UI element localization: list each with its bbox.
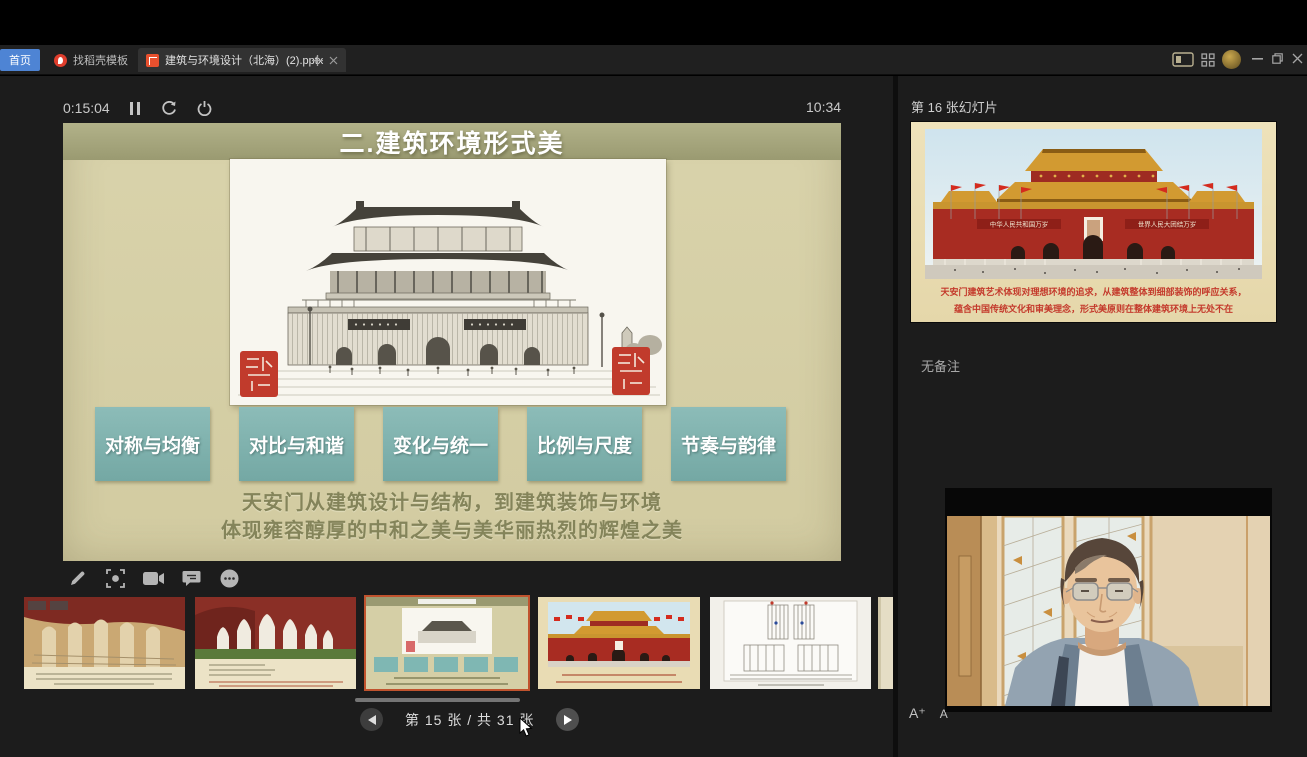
pause-timer-icon[interactable] — [128, 97, 142, 119]
principle-button-contrast[interactable]: 对比与和谐 — [239, 407, 354, 481]
presenter-webcam-video — [945, 488, 1272, 712]
current-clock: 10:34 — [806, 99, 841, 115]
tiananmen-engraving-image — [230, 159, 666, 405]
principle-button-proportion[interactable]: 比例与尺度 — [527, 407, 642, 481]
wps-presentation-icon — [146, 54, 159, 67]
presenter-timer-row: 0:15:04 — [63, 98, 214, 118]
next-slide-label: 第 16 张幻灯片 — [911, 97, 998, 116]
tab-document-label: 建筑与环境设计（北海）(2).pptx — [165, 52, 323, 68]
power-end-show-icon[interactable] — [196, 97, 214, 119]
preview-caption-line1: 天安门建筑艺术体现对理想环境的追求，从建筑整体到细部装饰的呼应关系， — [911, 285, 1276, 298]
thumbnail-slide-17[interactable] — [710, 597, 871, 689]
thumbnail-slide-15-current[interactable] — [366, 597, 528, 689]
minimize-icon[interactable] — [1252, 58, 1263, 60]
laser-pointer-icon[interactable] — [104, 567, 126, 589]
tab-close-icon[interactable] — [329, 56, 338, 65]
more-options-icon[interactable] — [218, 567, 240, 589]
red-seal-left — [240, 351, 278, 397]
mouse-cursor — [519, 718, 533, 738]
principle-button-variation[interactable]: 变化与统一 — [383, 407, 498, 481]
thumbnail-scrollbar[interactable] — [355, 698, 520, 702]
thumbnail-slide-18-partial[interactable] — [878, 597, 893, 689]
tab-docer-label: 找稻壳模板 — [73, 52, 128, 68]
tab-docer[interactable]: 找稻壳模板 — [46, 48, 136, 72]
camera-icon[interactable] — [142, 567, 164, 589]
notes-font-controls: A⁺ A — [909, 705, 948, 722]
thumbnail-slide-16[interactable] — [538, 597, 700, 689]
tab-bar: 首页 找稻壳模板 建筑与环境设计（北海）(2).pptx — [0, 45, 1307, 75]
annotation-toolbar — [66, 567, 240, 589]
next-slide-button[interactable] — [556, 708, 579, 731]
plaque-left-text: 中华人民共和国万岁 — [990, 220, 1049, 229]
window-close-icon[interactable] — [1292, 53, 1303, 64]
previous-arrow-icon — [368, 715, 376, 725]
next-slide-preview: 中华人民共和国万岁 世界人民大团结万岁 天安门建筑艺术体现对理想环境的追求，从建… — [911, 122, 1276, 322]
preview-caption-line2: 蕴含中国传统文化和审美理念，形式美原则在整体建筑环境上无处不在 — [911, 302, 1276, 315]
font-increase-button[interactable]: A⁺ — [909, 705, 926, 722]
grid-menu-icon[interactable] — [1201, 53, 1215, 67]
tabs-layout-icon[interactable] — [1172, 52, 1194, 67]
thumbnail-slide-13[interactable] — [24, 597, 185, 689]
previous-slide-button[interactable] — [360, 708, 383, 731]
docer-logo-icon — [54, 54, 67, 67]
next-arrow-icon — [564, 715, 572, 725]
principle-button-symmetry[interactable]: 对称与均衡 — [95, 407, 210, 481]
slide-caption-line1: 天安门从建筑设计与结构，到建筑装饰与环境 — [63, 486, 841, 515]
thumbnail-slide-14[interactable] — [195, 597, 356, 689]
reset-timer-icon[interactable] — [160, 97, 178, 119]
notes-empty-text: 无备注 — [921, 356, 960, 375]
tab-home[interactable]: 首页 — [0, 49, 40, 71]
app-window: 首页 找稻壳模板 建筑与环境设计（北海）(2).pptx 0:15:04 10:… — [0, 0, 1307, 757]
plaque-right-text: 世界人民大团结万岁 — [1138, 220, 1197, 229]
webcam-frame — [947, 516, 1270, 706]
pen-annotate-icon[interactable] — [66, 567, 88, 589]
current-slide: 二.建筑环境形式美 — [63, 123, 841, 561]
principle-button-rhythm[interactable]: 节奏与韵律 — [671, 407, 786, 481]
slide-navigation: 第 15 张 / 共 31 张 — [360, 708, 579, 731]
red-seal-right — [612, 347, 650, 395]
tiananmen-photo: 中华人民共和国万岁 世界人民大团结万岁 — [925, 129, 1262, 279]
maximize-restore-icon[interactable] — [1272, 53, 1283, 64]
slide-title: 二.建筑环境形式美 — [63, 123, 841, 160]
new-tab-icon[interactable] — [312, 55, 323, 66]
elapsed-timer: 0:15:04 — [63, 100, 110, 116]
user-avatar[interactable] — [1222, 50, 1241, 69]
page-indicator: 第 15 张 / 共 31 张 — [405, 710, 534, 730]
comment-icon[interactable] — [180, 567, 202, 589]
slide-caption-line2: 体现雍容醇厚的中和之美与美华丽热烈的辉煌之美 — [63, 514, 841, 543]
